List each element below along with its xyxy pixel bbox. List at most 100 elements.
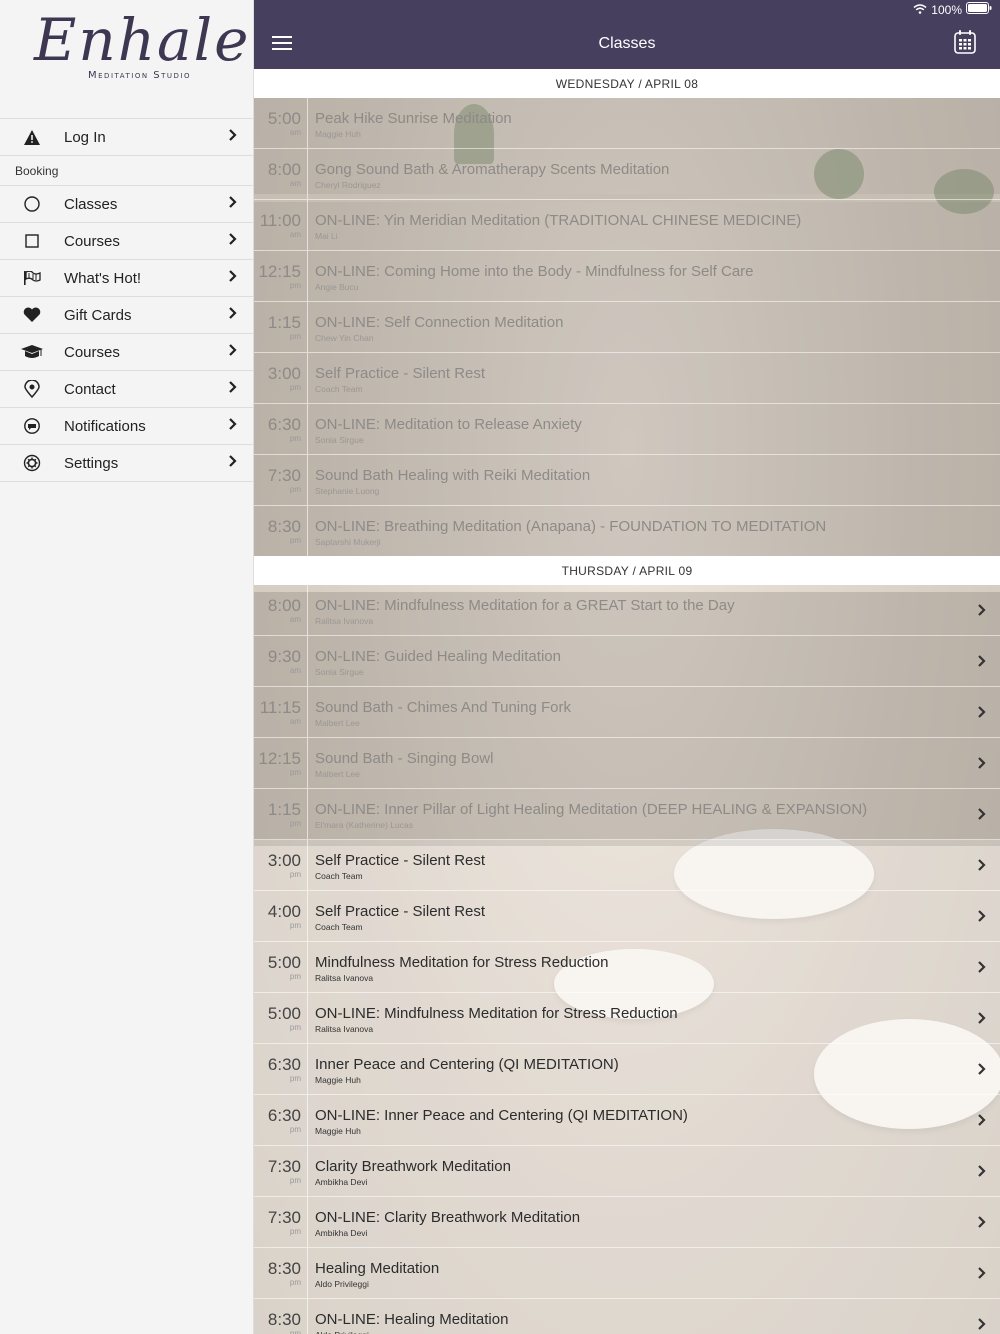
chevron-right-icon <box>229 232 237 250</box>
class-title: ON-LINE: Breathing Meditation (Anapana) … <box>315 518 827 535</box>
class-instructor: Coach Team <box>315 871 363 881</box>
day-header: THURSDAY / APRIL 09 <box>254 556 1000 585</box>
sidebar-item-label: Contact <box>64 380 116 398</box>
sidebar-item-settings[interactable]: Settings <box>0 445 253 482</box>
class-time: 6:30 <box>267 1106 301 1125</box>
day-header: WEDNESDAY / APRIL 08 <box>254 69 1000 98</box>
class-time: 12:15 <box>258 749 301 768</box>
class-time: 8:30 <box>267 517 301 536</box>
class-ampm: pm <box>289 1278 301 1287</box>
chevron-right-icon <box>978 1011 986 1029</box>
class-row[interactable]: 6:30 pm ON-LINE: Inner Peace and Centering… <box>254 1095 1000 1146</box>
class-time: 12:15 <box>258 262 301 281</box>
chevron-right-icon <box>978 756 986 774</box>
class-row[interactable]: 8:30pm ON-LINE: Healing Meditation Aldo Pr… <box>254 1299 1000 1334</box>
class-ampm: am <box>289 179 301 188</box>
class-row[interactable]: 5:00 pm ON-LINE: Mindfulness Meditation fo… <box>254 993 1000 1044</box>
time-column: 6:30 pm <box>254 404 308 454</box>
time-column: 1:15 pm <box>254 789 308 839</box>
class-row[interactable]: 8:30 pm Healing Meditation Aldo Privileggi <box>254 1248 1000 1299</box>
class-title: Sound Bath - Chimes And Tuning Fork <box>315 699 571 716</box>
heart-icon <box>0 297 64 333</box>
class-ampm: pm <box>289 1176 301 1185</box>
class-instructor: Maggie Huh <box>315 129 361 139</box>
time-column: 8:30 pm <box>254 506 308 556</box>
sidebar-item-classes[interactable]: Classes <box>0 186 253 223</box>
logo-subtitle: Meditation Studio <box>88 70 191 81</box>
logo: Enhale Meditation Studio <box>0 0 253 118</box>
graduation-cap-icon <box>0 334 64 370</box>
class-time: 8:00 <box>267 596 301 615</box>
class-title: Peak Hike Sunrise Meditation <box>315 110 512 127</box>
class-title: ON-LINE: Healing Meditation <box>315 1311 509 1328</box>
class-row[interactable]: 11:15 am Sound Bath - Chimes And Tuning Fo… <box>254 687 1000 738</box>
class-title: Self Practice - Silent Rest <box>315 903 486 920</box>
warning-icon <box>0 119 64 155</box>
chevron-right-icon <box>229 417 237 435</box>
class-ampm: am <box>289 666 301 675</box>
class-time: 3:00 <box>267 364 301 383</box>
time-column: 6:30 pm <box>254 1095 308 1145</box>
class-row[interactable]: 3:00 pm Self Practice - Silent Rest Coach T… <box>254 840 1000 891</box>
time-column: 6:30 pm <box>254 1044 308 1094</box>
class-row[interactable]: 8:00 am ON-LINE: Mindfulness Meditation fo… <box>254 585 1000 636</box>
class-row[interactable]: 7:30 pm ON-LINE: Clarity Breathwork Medita… <box>254 1197 1000 1248</box>
class-instructor: Ambikha Devi <box>315 1177 368 1187</box>
class-ampm: am <box>289 615 301 624</box>
time-column: 7:30 pm <box>254 1197 308 1247</box>
class-row: 6:30 pm ON-LINE: Meditation to Release Anx… <box>254 404 1000 455</box>
sidebar-item-login[interactable]: Log In <box>0 118 253 156</box>
class-row[interactable]: 7:30 pm Clarity Breathwork Meditation Ambik… <box>254 1146 1000 1197</box>
sidebar-item-label: Classes <box>64 195 118 213</box>
class-time: 1:15 <box>267 800 301 819</box>
square-icon <box>0 223 64 259</box>
sidebar-item-courses[interactable]: Courses <box>0 223 253 260</box>
class-ampm: pm <box>289 281 301 290</box>
time-column: 3:00 pm <box>254 353 308 403</box>
class-title: ON-LINE: Mindfulness Meditation for a GR… <box>315 597 735 614</box>
sidebar-item-notifications[interactable]: Notifications <box>0 408 253 445</box>
navbar: 100% Classes <box>254 0 1000 69</box>
class-row[interactable]: 9:30 am ON-LINE: Guided Healing Meditation… <box>254 636 1000 687</box>
class-time: 8:30 <box>267 1310 301 1329</box>
calendar-icon[interactable] <box>954 30 976 59</box>
class-time: 6:30 <box>267 415 301 434</box>
class-instructor: Sonia Sirgue <box>315 667 364 677</box>
time-column: 1:15 pm <box>254 302 308 352</box>
class-instructor: Coach Team <box>315 922 363 932</box>
class-title: Self Practice - Silent Rest <box>315 852 486 869</box>
class-row[interactable]: 1:15 pm ON-LINE: Inner Pillar of Light Hea… <box>254 789 1000 840</box>
class-ampm: pm <box>289 1074 301 1083</box>
class-ampm: pm <box>289 383 301 392</box>
sidebar-item-whats-hot[interactable]: What's Hot! <box>0 260 253 297</box>
logo-script: Enhale <box>34 6 251 74</box>
chevron-right-icon <box>978 654 986 672</box>
class-row: 1:15 pm ON-LINE: Self Connection Meditatio… <box>254 302 1000 353</box>
sidebar-item-courses-2[interactable]: Courses <box>0 334 253 371</box>
page-title: Classes <box>598 35 656 52</box>
class-time: 8:30 <box>267 1259 301 1278</box>
class-time: 11:00 <box>259 211 301 230</box>
class-ampm: pm <box>289 768 301 777</box>
class-instructor: Malbert Lee <box>315 769 360 779</box>
class-row: 12:15 pm ON-LINE: Coming Home into the Bod… <box>254 251 1000 302</box>
class-ampm: pm <box>289 1023 301 1032</box>
class-ampm: pm <box>289 536 301 545</box>
sidebar-item-contact[interactable]: Contact <box>0 371 253 408</box>
battery-icon <box>966 2 992 17</box>
class-instructor: Maggie Huh <box>315 1075 361 1085</box>
time-column: 5:00 pm <box>254 993 308 1043</box>
class-row[interactable]: 6:30 pm Inner Peace and Centering (QI MEDI… <box>254 1044 1000 1095</box>
chevron-right-icon <box>978 603 986 621</box>
class-instructor: Aldo Privileggi <box>315 1279 369 1289</box>
sidebar-item-gift-cards[interactable]: Gift Cards <box>0 297 253 334</box>
class-row[interactable]: 5:00 pm Mindfulness Meditation for Stress … <box>254 942 1000 993</box>
class-instructor: Chew Yin Chan <box>315 333 374 343</box>
class-instructor: Stephanie Luong <box>315 486 380 496</box>
class-title: Mindfulness Meditation for Stress Reduct… <box>315 954 609 971</box>
class-instructor: El'mara (Katherine) Lucas <box>315 820 413 830</box>
time-column: 8:30 pm <box>254 1299 308 1334</box>
class-row[interactable]: 12:15 pm Sound Bath - Singing Bowl Malbert … <box>254 738 1000 789</box>
class-row[interactable]: 4:00 pm Self Practice - Silent Rest Coach T… <box>254 891 1000 942</box>
class-instructor: Ralitsa Ivanova <box>315 973 374 983</box>
